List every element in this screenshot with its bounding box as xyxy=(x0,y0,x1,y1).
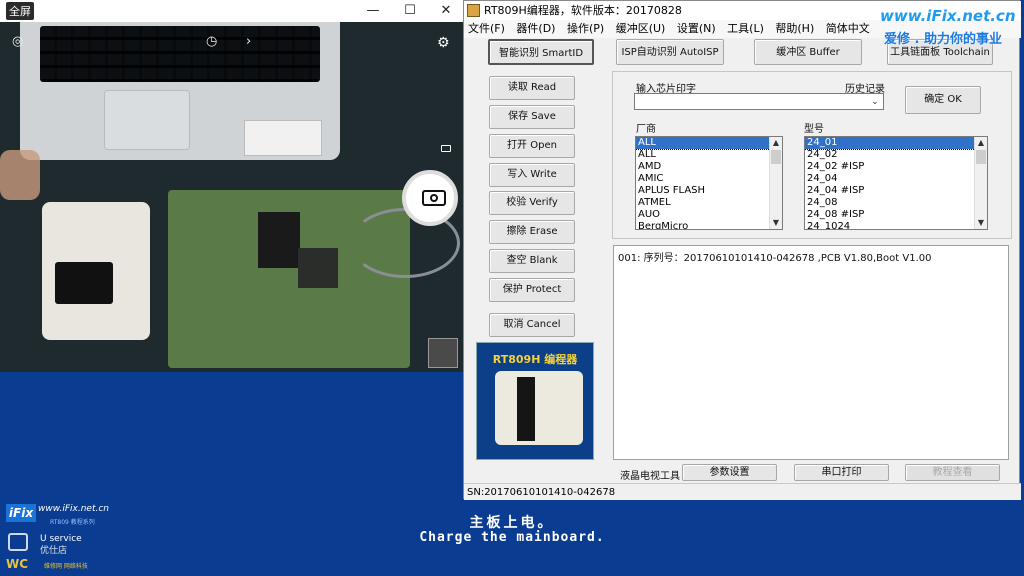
model-item[interactable]: 24_08 xyxy=(805,197,987,209)
model-item[interactable]: 24_02 xyxy=(805,149,987,161)
camera-lens-icon xyxy=(430,194,438,202)
verify-button[interactable]: 校验 Verify xyxy=(489,191,575,215)
wc-logo-sub: 维修网 网络科技 xyxy=(44,563,88,570)
camera-titlebar: — ☐ ✕ xyxy=(0,0,463,22)
ok-button[interactable]: 确定 OK xyxy=(905,86,981,114)
scroll-up-icon[interactable]: ▲ xyxy=(770,137,782,149)
programmer-body-image xyxy=(495,371,583,445)
lcd-tools-label: 液晶电视工具 xyxy=(620,471,680,482)
smartid-button[interactable]: 智能识别 SmartID xyxy=(488,39,594,65)
chevron-down-icon[interactable]: ⌄ xyxy=(867,94,883,109)
gear-icon[interactable]: ⚙ xyxy=(437,35,450,51)
params-button[interactable]: 参数设置 xyxy=(682,464,777,481)
hand-photo xyxy=(0,150,40,200)
vendor-scrollbar[interactable]: ▲ ▼ xyxy=(769,137,782,229)
zif-socket-photo xyxy=(55,262,113,304)
maximize-icon[interactable]: ☐ xyxy=(392,0,428,22)
autoisp-button[interactable]: ISP自动识别 AutoISP xyxy=(616,39,724,65)
erase-button[interactable]: 擦除 Erase xyxy=(489,220,575,244)
service-logo-icon xyxy=(8,533,28,551)
scroll-up-icon[interactable]: ▲ xyxy=(975,137,987,149)
blank-button[interactable]: 查空 Blank xyxy=(489,249,575,273)
caption-chinese: 主板上电。 xyxy=(469,515,555,531)
laptop-touchpad-photo xyxy=(104,90,190,150)
tutorial-button[interactable]: 教程查看 xyxy=(905,464,1000,481)
open-button[interactable]: 打开 Open xyxy=(489,134,575,158)
mainboard-chip-photo xyxy=(258,212,300,268)
service-logo-cn: 优仕店 xyxy=(40,546,68,556)
vendor-item[interactable]: ALL xyxy=(636,137,782,150)
cancel-button[interactable]: 取消 Cancel xyxy=(489,313,575,337)
product-title: RT809H 编程器 xyxy=(492,353,578,366)
read-button[interactable]: 读取 Read xyxy=(489,76,575,100)
programmer-socket-image xyxy=(517,377,535,441)
app-icon xyxy=(467,4,480,17)
vendor-list[interactable]: ALL ALL AMD AMIC APLUS FLASH ATMEL AUO B… xyxy=(635,136,783,230)
scroll-down-icon[interactable]: ▼ xyxy=(770,217,782,229)
timer-icon[interactable]: ◷ xyxy=(206,34,217,49)
menu-device[interactable]: 器件(D) xyxy=(512,22,559,35)
vendor-item[interactable]: ATMEL xyxy=(636,197,782,209)
rt809h-window: RT809H编程器，软件版本：20170828 文件(F) 器件(D) 操作(P… xyxy=(463,0,1021,500)
minimize-icon[interactable]: — xyxy=(355,0,391,22)
fullscreen-label[interactable]: 全屏 xyxy=(6,2,34,20)
vendor-item[interactable]: ALL xyxy=(636,149,782,161)
model-list[interactable]: 24_01 24_02 24_02 #ISP 24_04 24_04 #ISP … xyxy=(804,136,988,230)
menu-buffer[interactable]: 缓冲区(U) xyxy=(612,22,670,35)
menu-settings[interactable]: 设置(N) xyxy=(673,22,720,35)
model-item[interactable]: 24_04 xyxy=(805,173,987,185)
menu-tools[interactable]: 工具(L) xyxy=(723,22,768,35)
vendor-item[interactable]: AUO xyxy=(636,209,782,221)
vendor-item[interactable]: APLUS FLASH xyxy=(636,185,782,197)
model-item[interactable]: 24_01 xyxy=(805,137,987,150)
model-item[interactable]: 24_08 #ISP xyxy=(805,209,987,221)
ifix-logo-sub: RT809 教程系列 xyxy=(50,519,95,526)
scroll-down-icon[interactable]: ▼ xyxy=(975,217,987,229)
last-photo-thumbnail[interactable] xyxy=(428,338,458,368)
log-line: 001: 序列号：20170610101410-042678 ,PCB V1.8… xyxy=(618,253,932,264)
vendor-label: 厂商 xyxy=(636,124,656,135)
write-button[interactable]: 写入 Write xyxy=(489,163,575,187)
menu-operate[interactable]: 操作(P) xyxy=(563,22,608,35)
programmer-product-image: RT809H 编程器 xyxy=(476,342,594,460)
scroll-thumb[interactable] xyxy=(771,150,781,164)
shutter-button[interactable] xyxy=(402,170,458,226)
camera-window: — ☐ ✕ 全屏 ◎ ◷ › ⚙ xyxy=(0,0,463,372)
save-button[interactable]: 保存 Save xyxy=(489,105,575,129)
wc-logo: WC xyxy=(6,557,29,571)
laptop-keyboard-photo xyxy=(40,26,320,82)
app-title-text: RT809H编程器，软件版本：20170828 xyxy=(484,4,682,17)
chevron-right-icon[interactable]: › xyxy=(246,34,251,49)
model-item[interactable]: 24_04 #ISP xyxy=(805,185,987,197)
photo-settings-icon[interactable]: ◎ xyxy=(12,34,23,49)
ifix-logo-url: www.iFix.net.cn xyxy=(38,504,110,514)
vendor-item[interactable]: AMD xyxy=(636,161,782,173)
model-label: 型号 xyxy=(804,124,824,135)
status-bar: SN:20170610101410-042678 xyxy=(464,483,1021,500)
buffer-button[interactable]: 缓冲区 Buffer xyxy=(754,39,862,65)
watermark-url: www.iFix.net.cn xyxy=(880,7,1016,25)
mainboard-heatsink-photo xyxy=(298,248,338,288)
protect-button[interactable]: 保护 Protect xyxy=(489,278,575,302)
model-item[interactable]: 24_1024 xyxy=(805,221,987,229)
menu-language[interactable]: 简体中文 xyxy=(822,22,874,35)
watermark-slogan: 爱修 . 助力你的事业 xyxy=(884,32,1002,47)
close-icon[interactable]: ✕ xyxy=(428,0,463,22)
serial-number: SN:20170610101410-042678 xyxy=(467,487,616,498)
model-scrollbar[interactable]: ▲ ▼ xyxy=(974,137,987,229)
log-output[interactable]: 001: 序列号：20170610101410-042678 ,PCB V1.8… xyxy=(613,245,1009,460)
serial-print-button[interactable]: 串口打印 xyxy=(794,464,889,481)
model-item[interactable]: 24_02 #ISP xyxy=(805,161,987,173)
laptop-sticker-photo xyxy=(244,120,322,156)
video-mode-icon[interactable] xyxy=(441,145,451,152)
scroll-thumb[interactable] xyxy=(976,150,986,164)
caption-english: Charge the mainboard. xyxy=(419,530,605,545)
menu-file[interactable]: 文件(F) xyxy=(464,22,509,35)
chip-input-combo[interactable]: ⌄ xyxy=(634,93,884,110)
ifix-logo: iFix xyxy=(6,504,36,522)
vendor-item[interactable]: BergMicro xyxy=(636,221,782,229)
menu-help[interactable]: 帮助(H) xyxy=(771,22,818,35)
vendor-item[interactable]: AMIC xyxy=(636,173,782,185)
